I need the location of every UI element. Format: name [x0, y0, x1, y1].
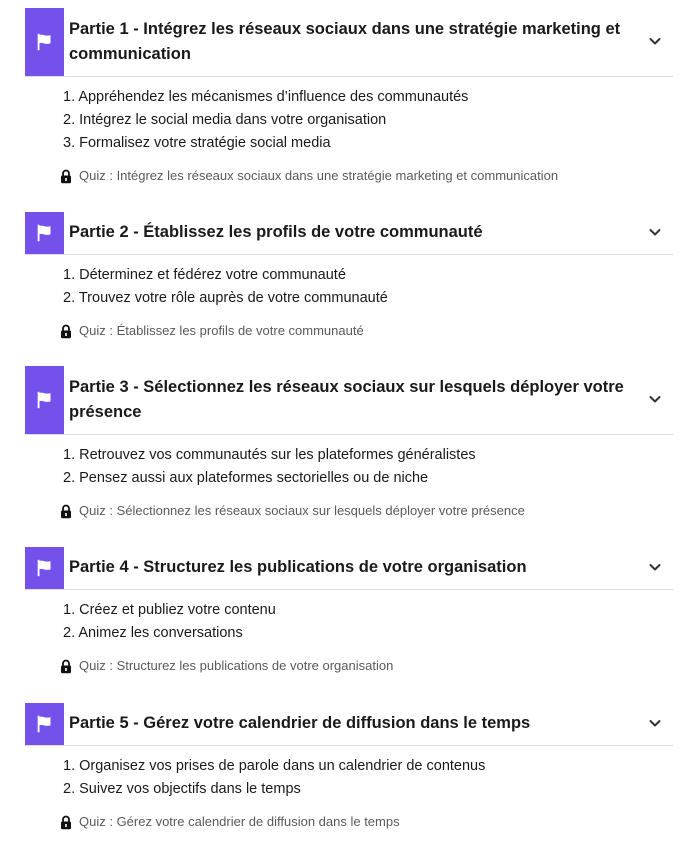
course-part-4: Partie 4 - Structurez les publications d… — [25, 547, 673, 677]
quiz-item[interactable]: Quiz : Sélectionnez les réseaux sociaux … — [60, 503, 525, 519]
lock-icon — [61, 324, 71, 338]
part-header-2[interactable]: Partie 2 - Établissez les profils de vot… — [25, 212, 673, 255]
course-part-5: Partie 5 - Gérez votre calendrier de dif… — [25, 703, 673, 833]
quiz-item[interactable]: Quiz : Structurez les publications de vo… — [60, 658, 393, 674]
lock-icon — [61, 815, 71, 829]
part-title: Partie 5 - Gérez votre calendrier de dif… — [69, 714, 531, 732]
flag-icon — [37, 33, 50, 51]
course-part-2: Partie 2 - Établissez les profils de vot… — [25, 212, 673, 342]
quiz-label: Quiz : Gérez votre calendrier de diffusi… — [79, 814, 400, 829]
quiz-item[interactable]: Quiz : Intégrez les réseaux sociaux dans… — [60, 168, 558, 184]
part-flag-badge — [25, 366, 64, 434]
part-title: Partie 1 - Intégrez les réseaux sociaux … — [69, 20, 621, 63]
part-title: Partie 4 - Structurez les publications d… — [69, 558, 527, 576]
chapter-item[interactable]: 3. Formalisez votre stratégie social med… — [63, 132, 468, 155]
course-outline: Partie 1 - Intégrez les réseaux sociaux … — [0, 0, 699, 845]
chevron-down-icon[interactable] — [647, 33, 663, 49]
part-header-5[interactable]: Partie 5 - Gérez votre calendrier de dif… — [25, 703, 673, 746]
part-flag-badge — [25, 212, 64, 254]
lock-icon — [61, 504, 71, 518]
chapter-list: 1. Appréhendez les mécanismes d’influenc… — [63, 86, 468, 155]
quiz-label: Quiz : Structurez les publications de vo… — [79, 658, 394, 673]
chapter-item[interactable]: 2. Intégrez le social media dans votre o… — [63, 109, 468, 132]
flag-icon — [37, 224, 50, 242]
part-title: Partie 3 - Sélectionnez les réseaux soci… — [69, 378, 624, 421]
lock-icon — [61, 169, 71, 183]
flag-icon — [37, 715, 50, 733]
part-flag-badge — [25, 8, 64, 76]
lock-icon — [61, 659, 71, 673]
chapter-list: 1. Déterminez et fédérez votre communaut… — [63, 264, 388, 310]
chapter-item[interactable]: 1. Appréhendez les mécanismes d’influenc… — [63, 86, 468, 109]
chapter-item[interactable]: 1. Déterminez et fédérez votre communaut… — [63, 264, 388, 287]
part-header-3[interactable]: Partie 3 - Sélectionnez les réseaux soci… — [25, 366, 673, 435]
flag-icon — [37, 559, 50, 577]
course-part-3: Partie 3 - Sélectionnez les réseaux soci… — [25, 366, 673, 526]
chevron-down-icon[interactable] — [647, 715, 663, 731]
chapter-list: 1. Retrouvez vos communautés sur les pla… — [63, 444, 476, 490]
chapter-item[interactable]: 2. Trouvez votre rôle auprès de votre co… — [63, 287, 388, 310]
chevron-down-icon[interactable] — [647, 559, 663, 575]
chapter-list: 1. Créez et publiez votre contenu 2. Ani… — [63, 599, 276, 645]
quiz-label: Quiz : Intégrez les réseaux sociaux dans… — [79, 168, 559, 183]
chapter-item[interactable]: 1. Retrouvez vos communautés sur les pla… — [63, 444, 476, 467]
chapter-item[interactable]: 1. Créez et publiez votre contenu — [63, 599, 276, 622]
chapter-item[interactable]: 1. Organisez vos prises de parole dans u… — [63, 755, 485, 778]
quiz-label: Quiz : Sélectionnez les réseaux sociaux … — [79, 503, 525, 518]
quiz-label: Quiz : Établissez les profils de votre c… — [79, 323, 364, 338]
chevron-down-icon[interactable] — [647, 391, 663, 407]
chapter-item[interactable]: 2. Animez les conversations — [63, 622, 276, 645]
part-header-1[interactable]: Partie 1 - Intégrez les réseaux sociaux … — [25, 8, 673, 77]
part-flag-badge — [25, 547, 64, 589]
chapter-list: 1. Organisez vos prises de parole dans u… — [63, 755, 485, 801]
course-part-1: Partie 1 - Intégrez les réseaux sociaux … — [25, 8, 673, 188]
part-title: Partie 2 - Établissez les profils de vot… — [69, 223, 483, 241]
quiz-item[interactable]: Quiz : Gérez votre calendrier de diffusi… — [60, 814, 400, 830]
part-header-4[interactable]: Partie 4 - Structurez les publications d… — [25, 547, 673, 590]
part-flag-badge — [25, 703, 64, 745]
chevron-down-icon[interactable] — [647, 224, 663, 240]
chapter-item[interactable]: 2. Pensez aussi aux plateformes sectorie… — [63, 467, 476, 490]
flag-icon — [37, 391, 50, 409]
chapter-item[interactable]: 2. Suivez vos objectifs dans le temps — [63, 778, 485, 801]
quiz-item[interactable]: Quiz : Établissez les profils de votre c… — [60, 323, 364, 339]
